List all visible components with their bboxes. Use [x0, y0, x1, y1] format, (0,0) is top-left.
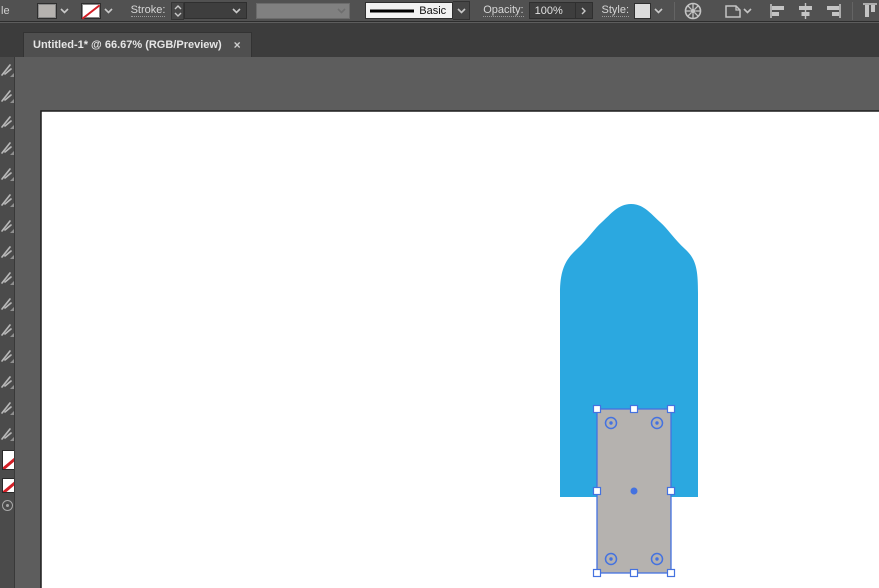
brush-definition-field[interactable]: Basic	[365, 2, 454, 19]
brush-name-label: Basic	[419, 4, 447, 17]
opacity-panel-link[interactable]: Opacity:	[483, 4, 524, 17]
stroke-weight-stepper[interactable]	[171, 1, 185, 20]
handle-bottom-right[interactable]	[666, 568, 676, 578]
selection-tool-icon[interactable]	[0, 57, 14, 83]
handle-bottom-center[interactable]	[629, 568, 639, 578]
scale-tool-icon[interactable]	[0, 343, 14, 369]
document-tab-title: Untitled-1* @ 66.67% (RGB/Preview)	[33, 39, 222, 51]
horizontal-align-center-icon[interactable]	[797, 1, 814, 21]
control-bar: le Stroke: Basic Opacity: 100% Style:	[0, 0, 879, 22]
stroke-weight-select[interactable]	[184, 2, 248, 19]
handle-top-left[interactable]	[592, 404, 602, 414]
stroke-panel-link[interactable]: Stroke:	[130, 4, 166, 17]
chevron-down-icon	[337, 7, 346, 14]
stroke-none-swatch[interactable]	[80, 2, 101, 19]
document-tab-bar: Untitled-1* @ 66.67% (RGB/Preview) ×	[0, 23, 879, 57]
hand-tool-icon[interactable]	[0, 421, 14, 447]
selected-object-type-label: le	[1, 4, 10, 17]
zoom-tool-icon[interactable]	[0, 395, 14, 421]
isolate-selected-object-icon[interactable]	[723, 1, 753, 21]
graphic-style-control[interactable]	[634, 2, 666, 19]
rotate-tool-icon[interactable]	[0, 317, 14, 343]
stroke-none-indicator-swatch[interactable]	[2, 478, 14, 493]
selection-center-point[interactable]	[630, 487, 638, 495]
lasso-tool-icon[interactable]	[0, 135, 14, 161]
basic-brush-stroke-preview	[370, 9, 415, 12]
line-segment-tool-icon[interactable]	[0, 213, 14, 239]
style-chevron-down-icon[interactable]	[651, 3, 666, 19]
handle-top-right[interactable]	[666, 404, 676, 414]
style-panel-link[interactable]: Style:	[601, 4, 630, 17]
paintbrush-tool-icon[interactable]	[0, 265, 14, 291]
recolor-artwork-icon[interactable]	[684, 1, 702, 21]
handle-bottom-left[interactable]	[592, 568, 602, 578]
fill-none-swatch[interactable]	[2, 450, 14, 470]
pen-tool-icon[interactable]	[0, 161, 14, 187]
direct-selection-tool-icon[interactable]	[0, 83, 14, 109]
fill-color-control[interactable]	[36, 2, 72, 19]
screen-mode-icon[interactable]	[2, 500, 13, 511]
column-graph-tool-icon[interactable]	[0, 369, 14, 395]
tab-close-icon[interactable]: ×	[234, 38, 241, 52]
brush-definition-control[interactable]: Basic	[365, 1, 471, 20]
pencil-tool-icon[interactable]	[0, 291, 14, 317]
horizontal-align-right-icon[interactable]	[825, 1, 842, 21]
stroke-color-control[interactable]	[80, 2, 116, 19]
handle-top-center[interactable]	[629, 404, 639, 414]
handle-middle-right[interactable]	[666, 486, 676, 496]
artboard[interactable]	[40, 110, 879, 588]
opacity-input[interactable]: 100%	[528, 2, 576, 19]
magic-wand-tool-icon[interactable]	[0, 109, 14, 135]
stroke-color-chevron-down-icon[interactable]	[101, 3, 116, 19]
toolbar	[0, 57, 15, 588]
canvas[interactable]	[16, 57, 879, 588]
illustrator-window: le Stroke: Basic Opacity: 100% Style: Un…	[0, 0, 879, 588]
workspace	[0, 57, 879, 588]
opacity-expand-button[interactable]	[575, 2, 593, 19]
stroke-weight-chevron-down-icon[interactable]	[229, 3, 244, 19]
vertical-align-top-icon[interactable]	[862, 1, 879, 21]
opacity-value: 100%	[534, 4, 563, 17]
separator	[674, 1, 676, 20]
horizontal-align-left-icon[interactable]	[769, 1, 786, 21]
rectangle-tool-icon[interactable]	[0, 239, 14, 265]
fill-color-swatch[interactable]	[36, 2, 57, 19]
fill-color-chevron-down-icon[interactable]	[57, 3, 72, 19]
selection-group	[592, 404, 676, 578]
document-tab[interactable]: Untitled-1* @ 66.67% (RGB/Preview) ×	[23, 32, 252, 57]
handle-middle-left[interactable]	[592, 486, 602, 496]
graphic-style-swatch[interactable]	[634, 2, 652, 19]
separator	[852, 1, 854, 20]
variable-width-profile-select	[256, 2, 351, 19]
brush-chevron-down-icon[interactable]	[453, 1, 471, 20]
type-tool-icon[interactable]	[0, 187, 14, 213]
